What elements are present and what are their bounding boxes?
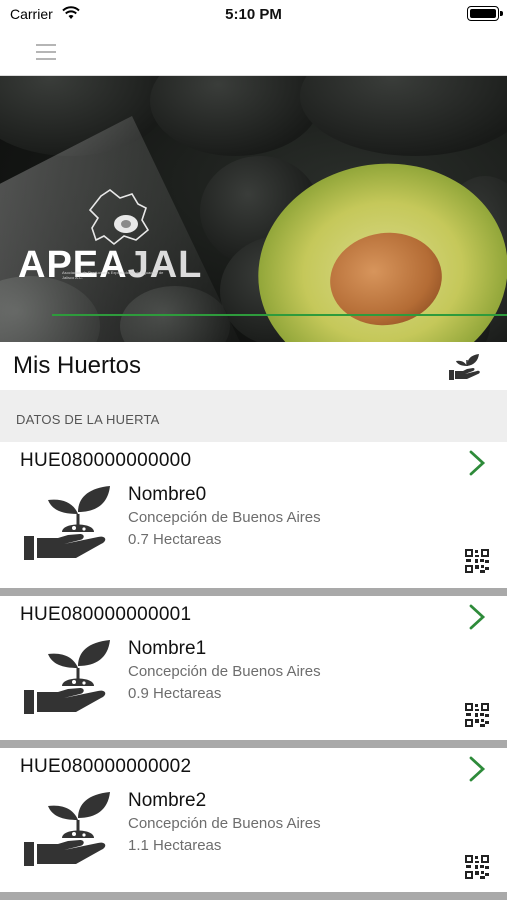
status-time: 5:10 PM	[225, 6, 282, 23]
page-title: Mis Huertos	[13, 352, 142, 379]
navigation-bar	[0, 30, 507, 76]
plant-in-hand-icon[interactable]	[447, 350, 483, 387]
card-separator	[0, 588, 507, 596]
huerta-name: Nombre1	[128, 638, 207, 659]
jalisco-map-icon	[88, 189, 150, 246]
chevron-right-icon[interactable]	[468, 450, 486, 481]
huerta-id: HUE080000000001	[20, 604, 192, 625]
qr-code-icon[interactable]	[464, 548, 490, 579]
huerta-area: 0.9 Hectareas	[128, 685, 222, 702]
qr-code-icon[interactable]	[464, 854, 490, 885]
plant-in-hand-icon	[24, 790, 120, 873]
huerta-name: Nombre2	[128, 790, 207, 811]
hamburger-menu-icon[interactable]	[36, 42, 56, 62]
banner-accent-line	[52, 314, 507, 316]
huerta-location: Concepción de Buenos Aires	[128, 815, 321, 832]
huerta-area: 0.7 Hectareas	[128, 531, 222, 548]
huerta-card[interactable]: HUE080000000002 Nombre2 Concepción de Bu…	[0, 748, 507, 894]
huerta-area: 1.1 Hectareas	[128, 837, 222, 854]
apeajal-logo: APEAJAL	[18, 244, 202, 287]
title-row: Mis Huertos	[0, 342, 507, 390]
huerta-name: Nombre0	[128, 484, 207, 505]
card-separator	[0, 740, 507, 748]
section-header: DATOS DE LA HUERTA	[0, 390, 507, 442]
huerta-card[interactable]: HUE080000000001 Nombre1 Concepción de Bu…	[0, 596, 507, 742]
huerta-location: Concepción de Buenos Aires	[128, 509, 321, 526]
status-bar: Carrier 5:10 PM	[0, 0, 507, 30]
hero-banner: APEAJAL Asociación de Productores Export…	[0, 76, 507, 342]
chevron-right-icon[interactable]	[468, 756, 486, 787]
qr-code-icon[interactable]	[464, 702, 490, 733]
chevron-right-icon[interactable]	[468, 604, 486, 635]
plant-in-hand-icon	[24, 638, 120, 721]
huerta-card[interactable]: HUE080000000000 Nombre0 Concepción de Bu…	[0, 442, 507, 588]
huerta-id: HUE080000000002	[20, 756, 192, 777]
plant-in-hand-icon	[24, 484, 120, 567]
battery-icon	[467, 6, 503, 21]
card-separator	[0, 892, 507, 900]
logo-subtitle: Asociación de Productores Exportadores d…	[62, 270, 164, 280]
huerta-location: Concepción de Buenos Aires	[128, 663, 321, 680]
section-label: DATOS DE LA HUERTA	[16, 412, 160, 427]
huerta-id: HUE080000000000	[20, 450, 192, 471]
